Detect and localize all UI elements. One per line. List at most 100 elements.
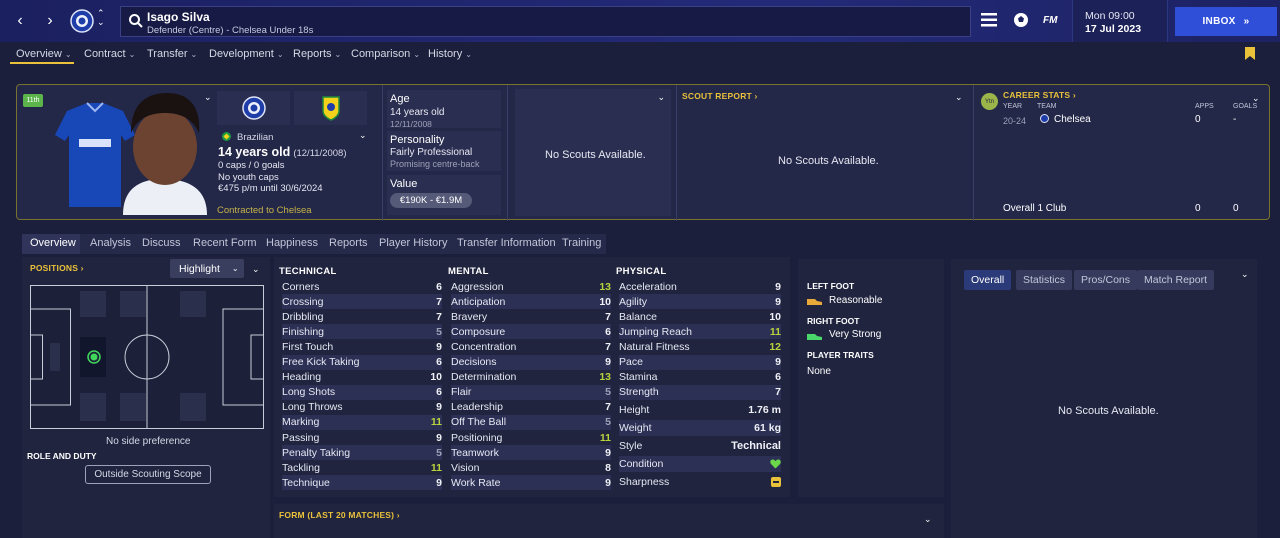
- nav-transfer[interactable]: Transfer ⌄: [147, 48, 197, 60]
- attribute-row[interactable]: Leadership 7: [451, 400, 611, 415]
- positions-chevron-icon[interactable]: ⌄: [252, 264, 260, 275]
- tab-analysis[interactable]: Analysis: [90, 237, 131, 249]
- attribute-row[interactable]: Long Throws 9: [282, 400, 442, 415]
- fm-logo[interactable]: FM: [1043, 15, 1057, 26]
- attribute-row[interactable]: Decisions 9: [451, 354, 611, 370]
- attribute-row[interactable]: Stamina 6: [619, 370, 781, 385]
- attribute-row[interactable]: Penalty Taking 5: [282, 445, 442, 461]
- attribute-row[interactable]: Off The Ball 5: [451, 414, 611, 430]
- attribute-row[interactable]: Anticipation 10: [451, 294, 611, 310]
- tab-player-history[interactable]: Player History: [379, 237, 447, 249]
- attribute-row[interactable]: Vision 8: [451, 460, 611, 475]
- contract-status[interactable]: Contracted to Chelsea: [217, 205, 312, 216]
- attribute-row[interactable]: Tackling 11: [282, 460, 442, 475]
- attribute-value: 9: [775, 356, 781, 368]
- player-face-image: [115, 91, 213, 215]
- form-chevron-icon[interactable]: ⌄: [924, 514, 932, 525]
- scout-report-chevron-icon[interactable]: ⌄: [955, 92, 963, 103]
- attribute-row[interactable]: Heading 10: [282, 370, 442, 385]
- attribute-row[interactable]: Composure 6: [451, 324, 611, 340]
- nation-crest-box[interactable]: [294, 91, 367, 125]
- kit-dropdown-chevron-icon[interactable]: ⌄: [204, 92, 212, 103]
- menu-icon[interactable]: [981, 13, 997, 27]
- career-stats-label[interactable]: CAREER STATS ›: [1003, 90, 1076, 100]
- mental-label: MENTAL: [448, 266, 489, 277]
- tab-discuss[interactable]: Discuss: [142, 237, 181, 249]
- attribute-row[interactable]: Marking 11: [282, 414, 442, 430]
- nav-contract[interactable]: Contract ⌄: [84, 48, 135, 60]
- attribute-row[interactable]: Free Kick Taking 6: [282, 354, 442, 370]
- attribute-row[interactable]: Teamwork 9: [451, 445, 611, 461]
- youth-caps: No youth caps: [218, 172, 279, 183]
- chevron-down-icon[interactable]: ⌄: [657, 92, 665, 103]
- wage-contract: €475 p/m until 30/6/2024: [218, 183, 323, 194]
- report-chevron-icon[interactable]: ⌄: [1241, 269, 1249, 280]
- form-label[interactable]: FORM (LAST 20 MATCHES) ›: [279, 510, 400, 520]
- tab-reports[interactable]: Reports: [329, 237, 368, 249]
- tab-overview[interactable]: Overview: [30, 237, 76, 249]
- attribute-row[interactable]: Flair 5: [451, 384, 611, 400]
- career-team[interactable]: Chelsea: [1054, 114, 1091, 125]
- attribute-row[interactable]: Natural Fitness 12: [619, 339, 781, 354]
- attribute-row[interactable]: Dribbling 7: [282, 309, 442, 324]
- club-crest-box[interactable]: [217, 91, 290, 125]
- personality-sub: Promising centre-back: [390, 159, 480, 169]
- bookmark-icon[interactable]: [1245, 47, 1255, 60]
- attribute-row[interactable]: Agility 9: [619, 294, 781, 310]
- attribute-row[interactable]: Crossing 7: [282, 294, 442, 310]
- attribute-row[interactable]: Pace 9: [619, 354, 781, 370]
- outside-scouting-scope-button[interactable]: Outside Scouting Scope: [85, 465, 211, 484]
- attribute-name: Passing: [282, 431, 320, 444]
- attribute-name: Dribbling: [282, 310, 324, 323]
- tab-card-pros-cons[interactable]: Pros/Cons: [1074, 270, 1138, 290]
- attribute-row[interactable]: Corners 6: [282, 279, 442, 294]
- attribute-row[interactable]: Finishing 5: [282, 324, 442, 340]
- attribute-row[interactable]: Passing 9: [282, 430, 442, 445]
- game-clock[interactable]: Mon 09:00 17 Jul 2023: [1072, 0, 1168, 42]
- attribute-name: Technique: [282, 476, 330, 489]
- tab-transfer-information[interactable]: Transfer Information: [457, 237, 556, 249]
- tab-happiness[interactable]: Happiness: [266, 237, 318, 249]
- forward-arrow-icon[interactable]: ›: [40, 11, 60, 31]
- nav-history[interactable]: History ⌄: [428, 48, 472, 60]
- attribute-row[interactable]: Balance 10: [619, 309, 781, 324]
- style-row: Style Technical: [619, 440, 781, 452]
- attribute-row[interactable]: Strength 7: [619, 384, 781, 400]
- nav-development[interactable]: Development ⌄: [209, 48, 284, 60]
- attribute-row[interactable]: Concentration 7: [451, 339, 611, 354]
- inbox-button[interactable]: INBOX »: [1175, 7, 1277, 36]
- nav-reports[interactable]: Reports ⌄: [293, 48, 341, 60]
- condition-row: Condition: [619, 456, 781, 472]
- attribute-name: Composure: [451, 325, 506, 338]
- highlight-dropdown[interactable]: Highlight ⌄: [170, 259, 244, 278]
- search-bar[interactable]: Isago Silva Defender (Centre) - Chelsea …: [120, 6, 971, 37]
- tab-recent-form[interactable]: Recent Form: [193, 237, 257, 249]
- back-arrow-icon[interactable]: ‹: [10, 11, 30, 31]
- value-range-pill[interactable]: €190K - €1.9M: [390, 193, 472, 208]
- attribute-value: 5: [605, 416, 611, 429]
- attribute-row[interactable]: Positioning 11: [451, 430, 611, 445]
- attribute-row[interactable]: Determination 13: [451, 370, 611, 385]
- football-icon[interactable]: [1013, 12, 1029, 28]
- attribute-row[interactable]: Work Rate 9: [451, 475, 611, 491]
- nav-overview[interactable]: Overview ⌄: [16, 48, 72, 60]
- attribute-row[interactable]: Aggression 13: [451, 279, 611, 294]
- divider: [507, 85, 508, 221]
- attribute-row[interactable]: Jumping Reach 11: [619, 324, 781, 340]
- tab-card-match-report[interactable]: Match Report: [1137, 270, 1215, 290]
- club-switch-icon[interactable]: ⌃ ⌄: [97, 9, 105, 27]
- tab-card-overall[interactable]: Overall: [964, 270, 1012, 290]
- attribute-row[interactable]: Technique 9: [282, 475, 442, 491]
- attribute-row[interactable]: Acceleration 9: [619, 279, 781, 294]
- scout-report-label[interactable]: SCOUT REPORT ›: [682, 91, 758, 101]
- attribute-row[interactable]: Long Shots 6: [282, 384, 442, 400]
- attribute-row[interactable]: First Touch 9: [282, 339, 442, 354]
- club-crest-icon[interactable]: [70, 8, 94, 34]
- positions-label[interactable]: POSITIONS ›: [30, 263, 84, 273]
- nation-dropdown-chevron-icon[interactable]: ⌄: [359, 130, 367, 141]
- tab-training[interactable]: Training: [562, 237, 601, 249]
- nav-comparison[interactable]: Comparison ⌄: [351, 48, 420, 60]
- tab-card-statistics[interactable]: Statistics: [1016, 270, 1073, 290]
- attribute-value: 11: [769, 325, 781, 338]
- attribute-row[interactable]: Bravery 7: [451, 309, 611, 324]
